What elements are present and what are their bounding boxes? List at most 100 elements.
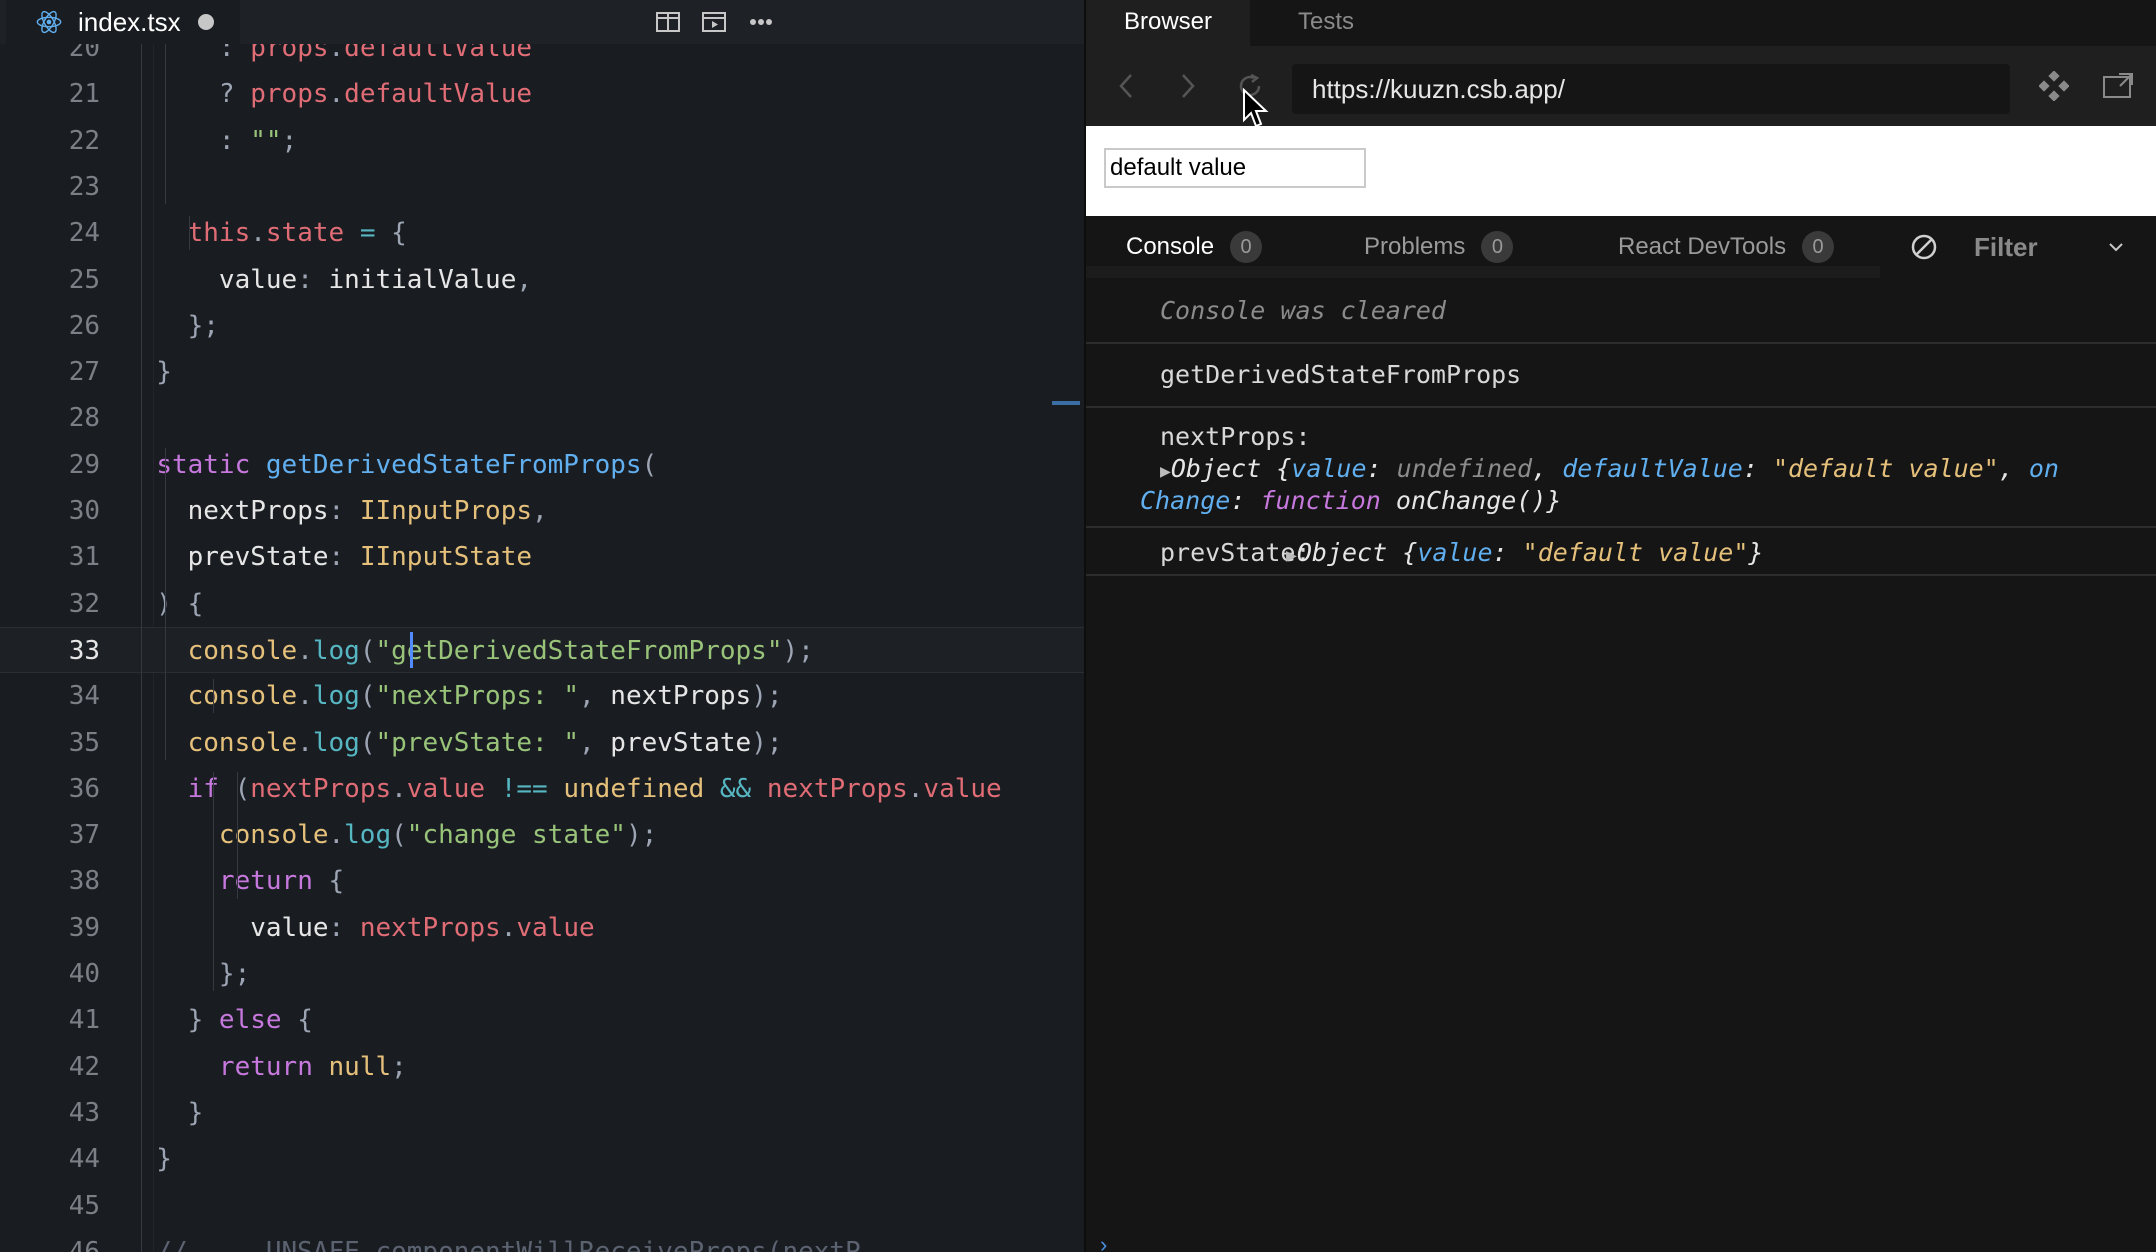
editor-tab-index[interactable]: index.tsx xyxy=(6,0,240,44)
code-line[interactable]: 31 prevState: IInputState xyxy=(0,534,1084,580)
code-token: prevState xyxy=(187,542,329,573)
code-token: ? xyxy=(125,79,251,110)
code-line[interactable]: 32 ) { xyxy=(0,581,1084,627)
code-line[interactable]: 21 ? props.defaultValue xyxy=(0,71,1084,117)
preview-icon[interactable] xyxy=(696,6,732,38)
code-line[interactable]: 39 value: nextProps.value xyxy=(0,905,1084,951)
code-token: nextProps xyxy=(610,681,752,712)
code-line[interactable]: 36 if (nextProps.value !== undefined && … xyxy=(0,766,1084,812)
colon-text: : xyxy=(1492,538,1523,567)
code-token: { xyxy=(312,866,345,897)
code-line[interactable]: 41 } else { xyxy=(0,997,1084,1043)
code-token: ( xyxy=(391,820,407,851)
line-number: 28 xyxy=(68,403,100,434)
code-token: undefined xyxy=(563,773,705,804)
code-line[interactable]: 44 } xyxy=(0,1136,1084,1182)
unsaved-dot-icon[interactable] xyxy=(198,14,214,30)
console-prompt-icon[interactable]: › xyxy=(1100,1232,1107,1252)
indent-guide xyxy=(165,447,166,760)
indent-guide xyxy=(165,44,166,205)
line-number: 23 xyxy=(68,171,100,202)
code-token: defaultValue xyxy=(344,44,533,63)
devtools-toggle-icon[interactable] xyxy=(2032,64,2076,108)
code-token: !== xyxy=(500,773,548,804)
react-devtools-count-badge: 0 xyxy=(1802,231,1835,263)
code-line[interactable]: 25 value: initialValue, xyxy=(0,257,1084,303)
code-line[interactable]: 22 : ""; xyxy=(0,118,1084,164)
code-text: console.log("nextProps: ", nextProps); xyxy=(125,673,783,719)
code-token: : xyxy=(328,496,360,526)
code-line[interactable]: 26 }; xyxy=(0,303,1084,349)
code-token: "getDerivedStateFromProps" xyxy=(375,635,783,666)
code-line[interactable]: 45 xyxy=(0,1183,1084,1229)
code-line[interactable]: 33 console.log("getDerivedStateFromProps… xyxy=(0,626,1084,674)
code-token: static xyxy=(156,449,251,480)
line-number: 20 xyxy=(68,44,100,63)
line-number: 31 xyxy=(68,542,100,573)
line-number: 39 xyxy=(68,912,100,943)
object-expand-row[interactable]: ▶Object {value: undefined, defaultValue:… xyxy=(1160,454,2059,483)
code-line[interactable]: 40 }; xyxy=(0,951,1084,997)
clear-console-icon[interactable] xyxy=(1910,216,1938,278)
chevron-down-icon[interactable] xyxy=(2108,216,2124,278)
line-number: 30 xyxy=(68,496,100,526)
code-line[interactable]: 34 console.log("nextProps: ", nextProps)… xyxy=(0,673,1084,719)
code-token: : xyxy=(328,542,360,573)
code-editor[interactable]: index.tsx 20 : props.defaultValue 21 ? pr… xyxy=(0,0,1084,1252)
code-area[interactable]: 20 : props.defaultValue 21 ? props.defaul… xyxy=(0,44,1084,1252)
code-line[interactable]: 28 xyxy=(0,395,1084,441)
object-key: defaultValue xyxy=(1562,454,1743,483)
code-token: . xyxy=(250,218,266,249)
line-number: 40 xyxy=(68,959,100,989)
code-token: } xyxy=(125,1097,204,1128)
tab-tests[interactable]: Tests xyxy=(1260,0,1392,46)
code-text: : props.defaultValue xyxy=(125,44,532,71)
code-line[interactable]: 30 nextProps: IInputProps, xyxy=(0,488,1084,534)
code-line[interactable]: 27 } xyxy=(0,349,1084,395)
console-output[interactable]: Console was cleared getDerivedStateFromP… xyxy=(1086,282,2156,1252)
expand-arrow-icon[interactable]: ▶ xyxy=(1160,461,1171,482)
code-token: . xyxy=(328,820,345,851)
code-line[interactable]: 29 static getDerivedStateFromProps( xyxy=(0,442,1084,488)
object-prefix: Object { xyxy=(1170,454,1292,483)
expand-arrow-icon[interactable]: ▶ xyxy=(1286,545,1297,566)
code-token: if xyxy=(187,773,219,804)
code-line[interactable]: 24 this.state = { xyxy=(0,210,1084,256)
indent-guide xyxy=(189,216,190,251)
code-token: , xyxy=(516,264,533,295)
code-line[interactable]: 23 xyxy=(0,164,1084,210)
code-line[interactable]: 37 console.log("change state"); xyxy=(0,812,1084,858)
object-expand-row[interactable]: ▶Object {value: "default value"} xyxy=(1286,538,1763,567)
open-new-window-icon[interactable] xyxy=(2096,64,2140,108)
code-line[interactable]: 43 } xyxy=(0,1090,1084,1136)
forward-icon[interactable] xyxy=(1166,64,1210,108)
code-token: ; xyxy=(281,125,298,156)
object-value: undefined xyxy=(1396,454,1533,483)
code-text: } xyxy=(125,349,172,395)
code-line[interactable]: 46 // ... UNSAFE_componentWillReceivePro… xyxy=(0,1229,1084,1252)
more-icon[interactable] xyxy=(743,6,779,38)
filter-input[interactable]: Filter xyxy=(1974,216,2038,278)
code-line[interactable]: 42 return null; xyxy=(0,1044,1084,1090)
split-editor-icon[interactable] xyxy=(650,6,686,38)
code-token: IInputProps xyxy=(359,496,533,526)
code-token: { xyxy=(281,1005,313,1036)
code-token: props xyxy=(250,44,329,63)
code-line[interactable]: 35 console.log("prevState: ", prevState)… xyxy=(0,720,1084,766)
code-token: ); xyxy=(625,820,658,851)
tab-browser[interactable]: Browser xyxy=(1086,0,1251,46)
preview-text-input[interactable] xyxy=(1104,148,1366,188)
url-input[interactable]: https://kuuzn.csb.app/ xyxy=(1292,64,2010,114)
back-icon[interactable] xyxy=(1104,64,1148,108)
code-token: : xyxy=(125,44,251,63)
code-line[interactable]: 20 : props.defaultValue xyxy=(0,44,1084,71)
code-text: console.log("getDerivedStateFromProps"); xyxy=(125,628,814,674)
code-line[interactable]: 38 return { xyxy=(0,858,1084,904)
object-wrap-row: Change: function onChange()} xyxy=(1140,486,1561,515)
